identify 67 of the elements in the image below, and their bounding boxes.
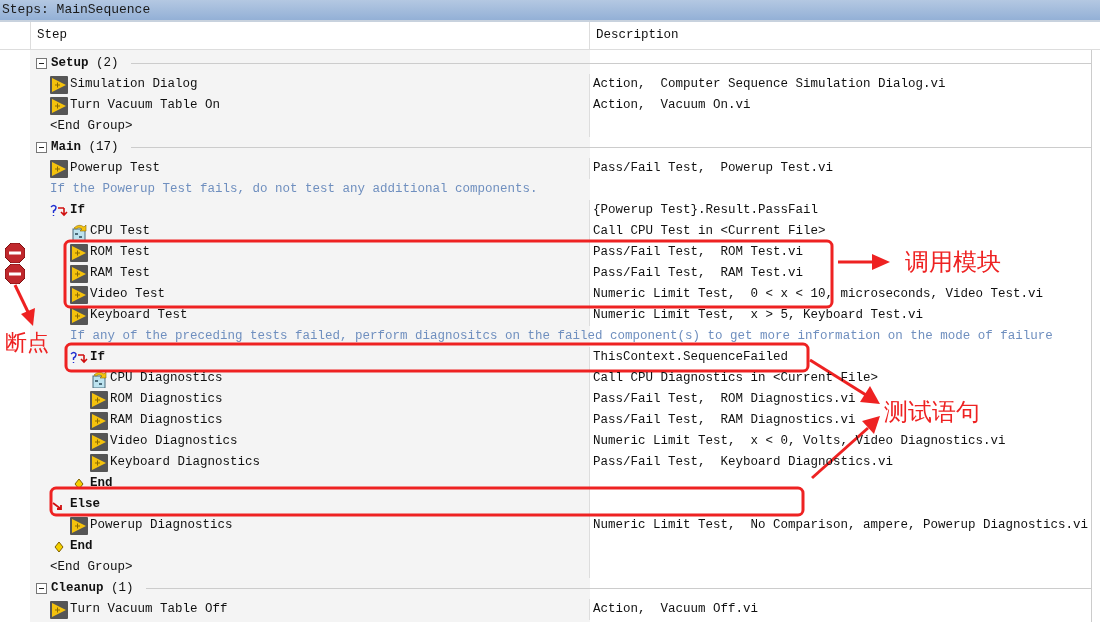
step-name: Keyboard Test	[90, 307, 188, 325]
group-name: Cleanup (1)	[51, 580, 134, 598]
vi-step-icon	[70, 285, 88, 304]
annotation-label: 断点	[5, 329, 49, 357]
step-description: Call CPU Test in <Current File>	[593, 223, 826, 241]
step-description: Action, Computer Sequence Simulation Dialog.vi	[593, 76, 946, 94]
step-description: Pass/Fail Test, ROM Test.vi	[593, 244, 804, 262]
step-description: Numeric Limit Test, x < 0, Volts, Video Diagnostics.vi	[593, 433, 1006, 451]
collapse-icon[interactable]	[36, 58, 47, 69]
step-description: {Powerup Test}.Result.PassFail	[593, 202, 819, 220]
step-description: Numeric Limit Test, x > 5, Keyboard Test.vi	[593, 307, 924, 325]
step-description: Pass/Fail Test, Powerup Test.vi	[593, 160, 834, 178]
vi-step-icon	[50, 159, 68, 178]
group-name: Setup (2)	[51, 55, 119, 73]
step-description: Numeric Limit Test, 0 < x < 10, microseconds, Video Test.vi	[593, 286, 1044, 304]
annotation-label: 测试语句	[884, 397, 980, 428]
step-name: Turn Vacuum Table On	[70, 97, 221, 115]
flow-keyword: If	[90, 349, 105, 367]
step-comment: If any of the preceding tests failed, perform diagnositcs on the failed component(s) to get more information on the mode of failure	[70, 329, 1053, 344]
collapse-icon[interactable]	[36, 142, 47, 153]
step-description: Call CPU Diagnostics in <Current File>	[593, 370, 879, 388]
step-description: Pass/Fail Test, ROM Diagnostics.vi	[593, 391, 856, 409]
step-description: Pass/Fail Test, RAM Diagnostics.vi	[593, 412, 856, 430]
step-description: Action, Vacuum On.vi	[593, 97, 751, 115]
vi-step-icon	[50, 600, 68, 619]
step-name: Powerup Diagnostics	[90, 517, 233, 535]
step-description: Numeric Limit Test, No Comparison, ampere, Powerup Diagnostics.vi	[593, 517, 1089, 535]
sequence-call-icon	[70, 222, 88, 241]
step-name: ROM Test	[90, 244, 150, 262]
step-name: CPU Test	[90, 223, 150, 241]
end-group-label: <End Group>	[50, 118, 133, 136]
end-group-label: <End Group>	[50, 559, 133, 577]
step-name: RAM Diagnostics	[110, 412, 223, 430]
column-header[interactable]: Step	[30, 22, 590, 49]
group-name: Main (17)	[51, 139, 119, 157]
step-comment: If the Powerup Test fails, do not test any additional components.	[50, 182, 538, 197]
step-name: Simulation Dialog	[70, 76, 198, 94]
vi-step-icon	[90, 432, 108, 451]
step-name: Powerup Test	[70, 160, 160, 178]
step-name: CPU Diagnostics	[110, 370, 223, 388]
step-name: Turn Vacuum Table Off	[70, 601, 228, 619]
flow-keyword: Else	[70, 496, 100, 514]
step-description: Pass/Fail Test, RAM Test.vi	[593, 265, 804, 283]
vi-step-icon	[90, 390, 108, 409]
window-title: Steps: MainSequence	[0, 0, 1100, 22]
step-name: Video Diagnostics	[110, 433, 238, 451]
vi-step-icon	[90, 453, 108, 472]
arrow	[838, 254, 890, 270]
if-icon	[70, 350, 88, 365]
vi-step-icon	[70, 243, 88, 262]
flow-keyword: End	[90, 475, 113, 493]
vi-step-icon	[50, 75, 68, 94]
vi-step-icon	[70, 264, 88, 283]
step-name: RAM Test	[90, 265, 150, 283]
collapse-icon[interactable]	[36, 583, 47, 594]
step-name: ROM Diagnostics	[110, 391, 223, 409]
step-name: Video Test	[90, 286, 165, 304]
vi-step-icon	[90, 411, 108, 430]
if-icon	[50, 203, 68, 218]
annotation-label: 调用模块	[905, 247, 1001, 278]
vi-step-icon	[50, 96, 68, 115]
flow-keyword: End	[70, 538, 93, 556]
step-description: ThisContext.SequenceFailed	[593, 349, 789, 367]
step-name: Keyboard Diagnostics	[110, 454, 261, 472]
arrow	[13, 284, 35, 326]
step-description: Action, Vacuum Off.vi	[593, 601, 759, 619]
flow-keyword: If	[70, 202, 85, 220]
